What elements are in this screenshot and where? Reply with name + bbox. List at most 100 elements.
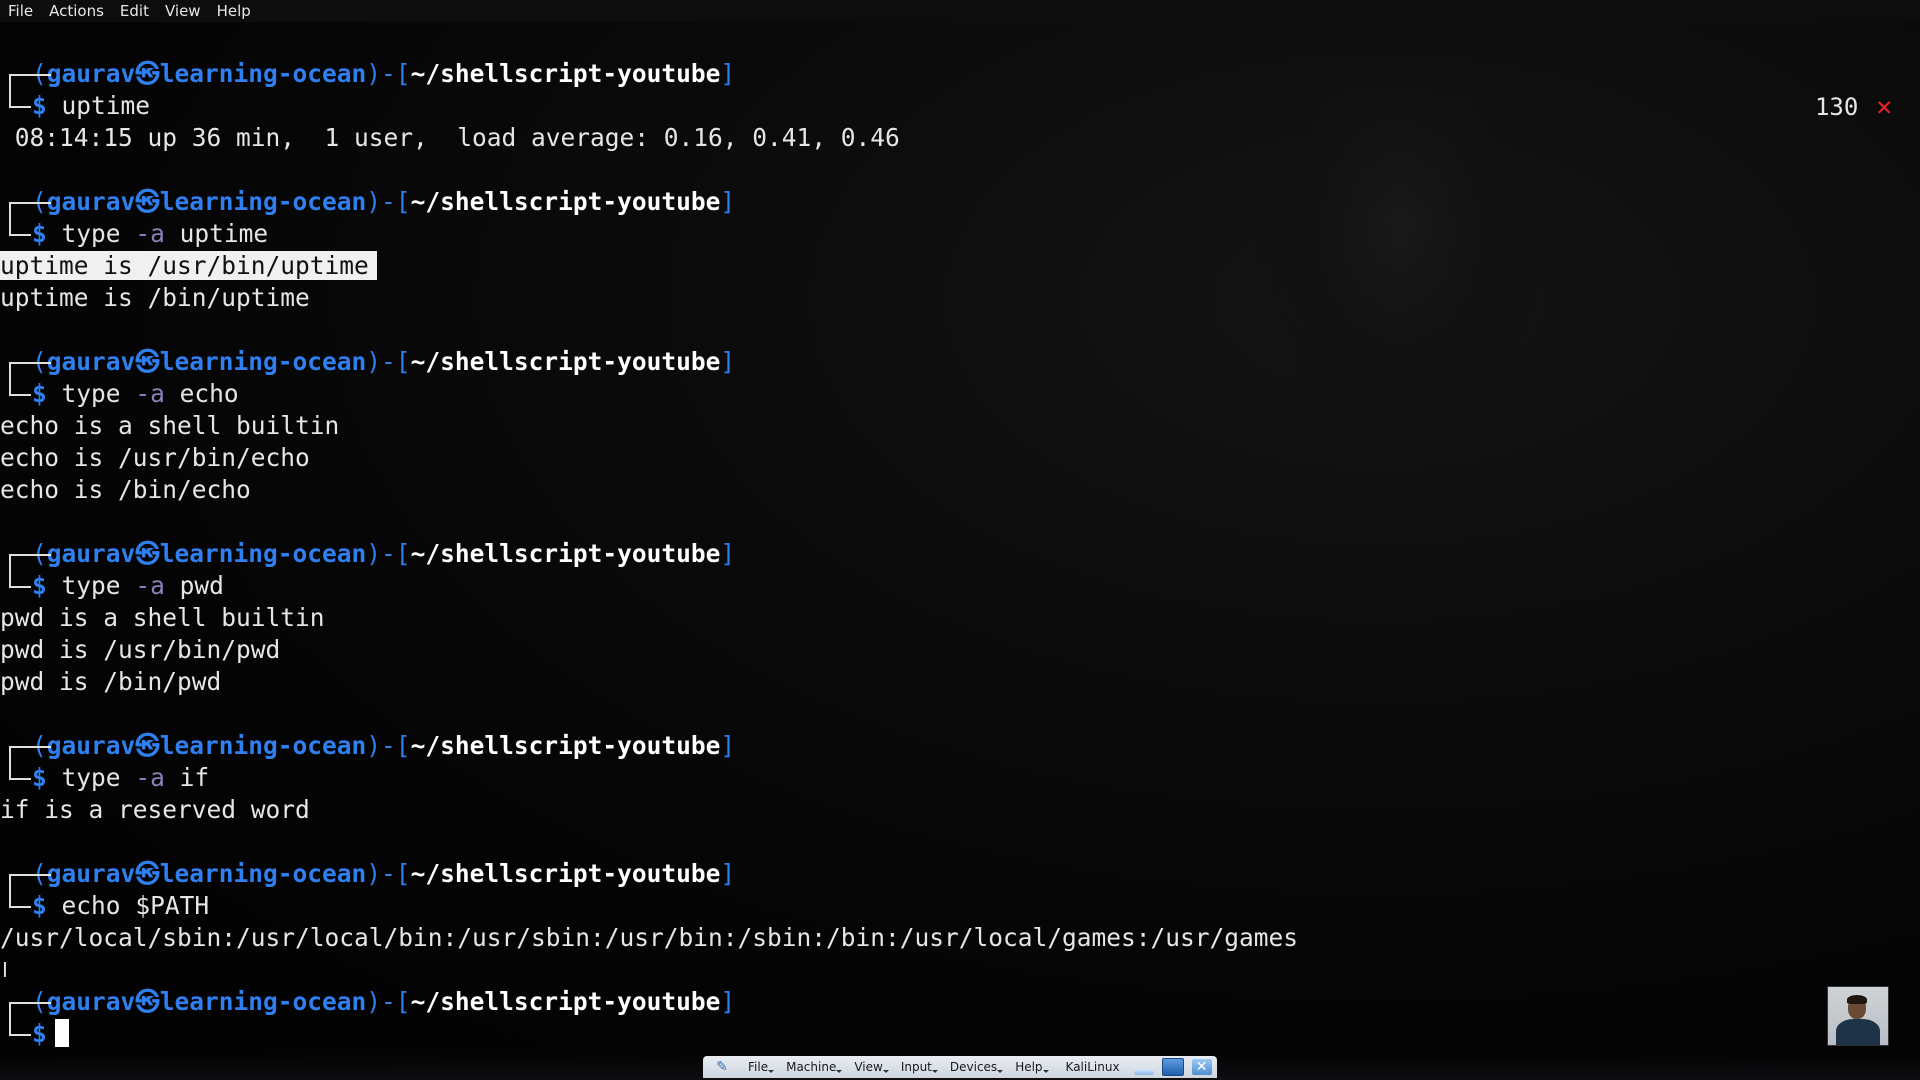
- output-text: 08:14:15 up 36 min, 1 user, load average…: [0, 123, 900, 152]
- prompt-line: (gaurav㉿learning-ocean)-[~/shellscript-y…: [0, 986, 1900, 1022]
- prompt-bracket: ]: [720, 731, 736, 760]
- ibeam-cursor-icon: I: [2, 958, 8, 982]
- command-name: type: [61, 571, 121, 600]
- command-line: $ echo $PATH: [0, 890, 1900, 922]
- prompt-path: ~/shellscript-youtube: [410, 859, 721, 888]
- prompt-bracket: ]: [720, 987, 736, 1016]
- terminal-output[interactable]: (gaurav㉿learning-ocean)-[~/shellscript-y…: [0, 58, 1900, 1080]
- prompt-bracket: )-[: [366, 987, 411, 1016]
- vbox-menu-machine[interactable]: Machine: [777, 1060, 845, 1074]
- prompt-user: gaurav: [46, 731, 136, 760]
- command-option: -a: [135, 219, 165, 248]
- command-name: echo: [61, 891, 121, 920]
- prompt-user: gaurav: [46, 987, 136, 1016]
- selected-output-text: uptime is /usr/bin/uptime: [0, 251, 377, 280]
- prompt-bracket: )-[: [366, 187, 411, 216]
- prompt-symbol: $: [32, 379, 47, 408]
- prompt-line: (gaurav㉿learning-ocean)-[~/shellscript-y…: [0, 538, 1900, 574]
- command-line: $ type -a uptime: [0, 218, 1900, 250]
- prompt-bracket: )-[: [366, 347, 411, 376]
- command-argument: if: [179, 763, 210, 792]
- output-text: /usr/local/sbin:/usr/local/bin:/usr/sbin…: [0, 923, 1299, 952]
- prompt-path: ~/shellscript-youtube: [410, 731, 721, 760]
- close-icon[interactable]: ✕: [1191, 1059, 1212, 1075]
- prompt-corner-bottom: [0, 218, 32, 250]
- prompt-at-icon: ㉿: [135, 59, 160, 88]
- command-option: -a: [135, 763, 165, 792]
- command-block: (gaurav㉿learning-ocean)-[~/shellscript-y…: [0, 346, 1900, 506]
- command-argument: uptime: [179, 219, 269, 248]
- prompt-symbol: $: [32, 763, 47, 792]
- prompt-bracket: ]: [720, 539, 736, 568]
- menu-actions[interactable]: Actions: [41, 2, 112, 20]
- prompt-user: gaurav: [46, 187, 136, 216]
- command-block: (gaurav㉿learning-ocean)-[~/shellscript-y…: [0, 186, 1900, 314]
- prompt-host: learning-ocean: [159, 731, 367, 760]
- command-argument: echo: [179, 379, 239, 408]
- prompt-host: learning-ocean: [159, 859, 367, 888]
- pin-icon[interactable]: ✎: [713, 1058, 731, 1076]
- vbox-menu-devices[interactable]: Devices: [941, 1060, 1006, 1074]
- vbox-menu-help[interactable]: Help: [1006, 1060, 1051, 1074]
- prompt-user: gaurav: [46, 539, 136, 568]
- prompt-host: learning-ocean: [159, 539, 367, 568]
- prompt-symbol: $: [32, 891, 47, 920]
- prompt-corner-bottom: [0, 1018, 32, 1050]
- prompt-line: (gaurav㉿learning-ocean)-[~/shellscript-y…: [0, 730, 1900, 766]
- command-block: (gaurav㉿learning-ocean)-[~/shellscript-y…: [0, 538, 1900, 698]
- vbox-menu-input[interactable]: Input: [892, 1060, 941, 1074]
- prompt-host: learning-ocean: [159, 347, 367, 376]
- prompt-symbol: $: [32, 571, 47, 600]
- command-block: (gaurav㉿learning-ocean)-[~/shellscript-y…: [0, 730, 1900, 826]
- output-line: uptime is /usr/bin/uptime: [0, 250, 1900, 282]
- prompt-bracket: ]: [720, 347, 736, 376]
- output-line: if is a reserved word: [0, 794, 1900, 826]
- menu-view[interactable]: View: [157, 2, 209, 20]
- prompt-line: (gaurav㉿learning-ocean)-[~/shellscript-y…: [0, 58, 1900, 94]
- prompt-user: gaurav: [46, 347, 136, 376]
- prompt-corner-bottom: [0, 378, 32, 410]
- menu-edit[interactable]: Edit: [112, 2, 157, 20]
- command-option: -a: [135, 571, 165, 600]
- prompt-path: ~/shellscript-youtube: [410, 187, 721, 216]
- prompt-corner-bottom: [0, 90, 32, 122]
- text-cursor[interactable]: [54, 1019, 69, 1047]
- prompt-path: ~/shellscript-youtube: [410, 59, 721, 88]
- vm-name: KaliLinux: [1065, 1060, 1120, 1074]
- prompt-corner-bottom: [0, 890, 32, 922]
- command-line: $ uptime: [0, 90, 1900, 122]
- minimize-icon[interactable]: [1133, 1069, 1154, 1075]
- virtualbox-minitoolbar: ✎ File Machine View Input Devices Help K…: [703, 1056, 1217, 1078]
- command-option: -a: [135, 379, 165, 408]
- output-line: pwd is /bin/pwd: [0, 666, 1900, 698]
- vbox-menu-view[interactable]: View: [845, 1060, 891, 1074]
- prompt-at-icon: ㉿: [135, 539, 160, 568]
- output-text: pwd is /usr/bin/pwd: [0, 635, 281, 664]
- menu-help[interactable]: Help: [209, 2, 259, 20]
- output-line: echo is a shell builtin: [0, 410, 1900, 442]
- webcam-thumbnail: [1827, 986, 1889, 1046]
- prompt-line: (gaurav㉿learning-ocean)-[~/shellscript-y…: [0, 858, 1900, 894]
- command-argument: $PATH: [135, 891, 210, 920]
- prompt-user: gaurav: [46, 59, 136, 88]
- command-name: type: [61, 379, 121, 408]
- fullscreen-icon[interactable]: [1161, 1058, 1184, 1076]
- prompt-bracket: )-[: [366, 731, 411, 760]
- prompt-corner-top: [0, 186, 51, 222]
- prompt-at-icon: ㉿: [135, 859, 160, 888]
- output-line: pwd is a shell builtin: [0, 602, 1900, 634]
- command-name: type: [61, 219, 121, 248]
- output-line: /usr/local/sbin:/usr/local/bin:/usr/sbin…: [0, 922, 1900, 954]
- output-text: echo is /usr/bin/echo: [0, 443, 310, 472]
- vbox-menu-file[interactable]: File: [739, 1060, 777, 1074]
- command-line: $ type -a pwd: [0, 570, 1900, 602]
- output-text: uptime is /bin/uptime: [0, 283, 310, 312]
- prompt-symbol: $: [32, 219, 47, 248]
- command-name: uptime: [61, 91, 151, 120]
- output-line: echo is /bin/echo: [0, 474, 1900, 506]
- prompt-at-icon: ㉿: [135, 987, 160, 1016]
- prompt-line: (gaurav㉿learning-ocean)-[~/shellscript-y…: [0, 186, 1900, 222]
- prompt-line: (gaurav㉿learning-ocean)-[~/shellscript-y…: [0, 346, 1900, 382]
- output-line: uptime is /bin/uptime: [0, 282, 1900, 314]
- menu-file[interactable]: File: [0, 2, 41, 20]
